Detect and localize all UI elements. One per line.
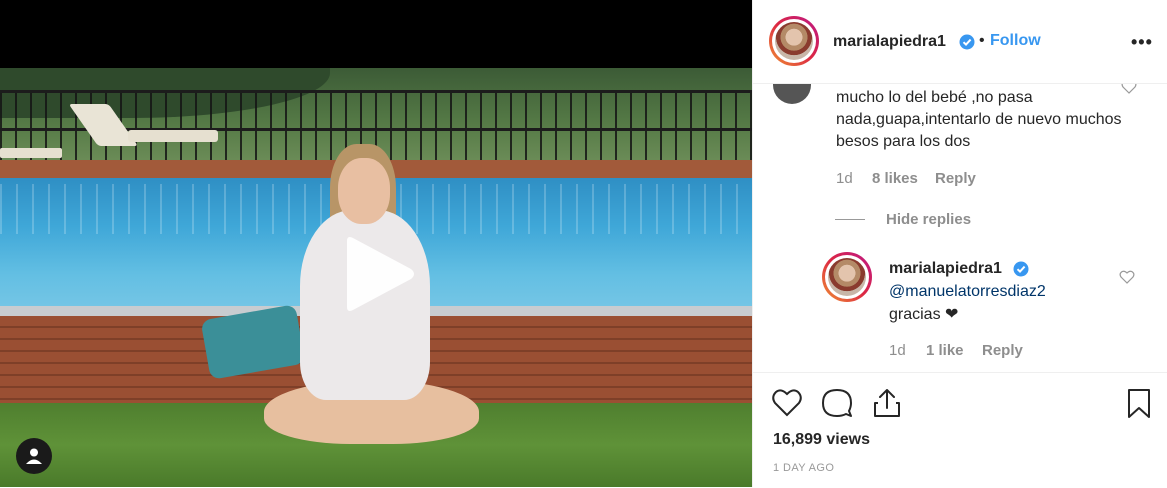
play-icon (347, 237, 414, 311)
view-count[interactable]: 16,899 views (773, 431, 870, 449)
post-viewer: marialapiedra1 • Follow ••• mucho lo del… (0, 0, 1167, 487)
more-options-button[interactable]: ••• (1131, 32, 1153, 53)
comments-list[interactable]: mucho lo del bebé ,no pasa nada,guapa,in… (753, 84, 1167, 372)
reply-like-icon[interactable] (1119, 270, 1135, 284)
reply-reply-button[interactable]: Reply (982, 342, 1023, 359)
hide-replies-line (835, 219, 865, 220)
heart-emoji: ❤ (945, 306, 959, 323)
lounger (68, 104, 218, 146)
comment-icon[interactable] (821, 387, 853, 419)
follow-button[interactable]: Follow (990, 32, 1041, 50)
fence-rail (0, 90, 752, 93)
comment-time[interactable]: 1d (836, 170, 853, 187)
user-tag-icon (26, 448, 42, 464)
reply-username[interactable]: marialapiedra1 (889, 258, 1002, 280)
video-player[interactable] (0, 0, 752, 487)
bookmark-icon[interactable] (1123, 387, 1155, 419)
commenter-avatar[interactable] (773, 84, 811, 104)
heart-icon[interactable] (771, 387, 803, 419)
reply-mention-link[interactable]: @manuelatorresdiaz2 (889, 281, 1046, 303)
reply-avatar[interactable] (822, 252, 872, 302)
verified-badge-icon (959, 34, 975, 50)
post-side-panel: marialapiedra1 • Follow ••• mucho lo del… (752, 0, 1167, 487)
reply-likes[interactable]: 1 like (926, 342, 964, 359)
reply-text: gracias ❤ (889, 304, 958, 326)
comment-likes[interactable]: 8 likes (872, 170, 918, 187)
comment-text: mucho lo del bebé ,no pasa nada,guapa,in… (836, 89, 1122, 150)
hide-replies-button[interactable]: Hide replies (886, 211, 971, 228)
reply-button[interactable]: Reply (935, 170, 976, 187)
post-timestamp[interactable]: 1 DAY AGO (773, 462, 834, 474)
reply-time[interactable]: 1d (889, 342, 906, 359)
separator-dot: • (979, 32, 985, 49)
verified-badge-icon (1013, 261, 1029, 277)
share-icon[interactable] (871, 387, 903, 419)
lounger (0, 148, 62, 158)
post-header: marialapiedra1 • Follow ••• (753, 0, 1167, 84)
play-button[interactable] (341, 235, 415, 313)
reply-text-content: gracias (889, 306, 941, 323)
tagged-users-button[interactable] (16, 438, 52, 474)
action-bar: 16,899 views 1 DAY AGO (753, 372, 1167, 488)
avatar[interactable] (769, 16, 819, 66)
username-link[interactable]: marialapiedra1 (833, 33, 946, 51)
